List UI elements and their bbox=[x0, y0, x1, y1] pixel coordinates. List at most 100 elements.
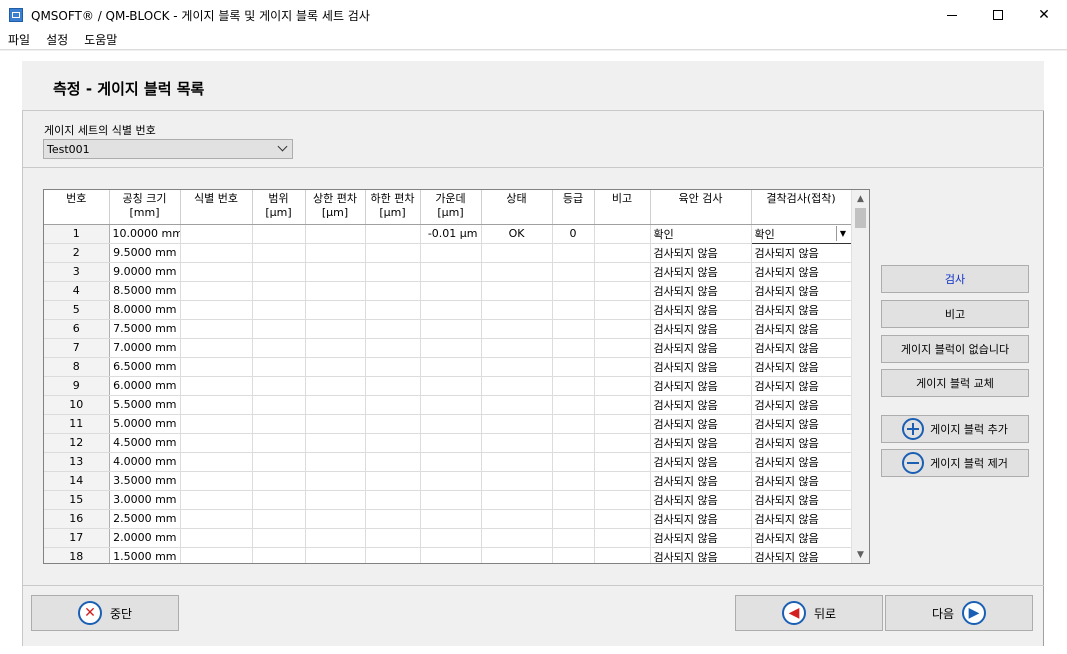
remark-cell[interactable] bbox=[594, 452, 651, 472]
wringing-inspection-cell[interactable]: 검사되지 않음 bbox=[751, 338, 852, 358]
column-header[interactable]: 가운데 [µm] bbox=[420, 190, 482, 225]
wringing-inspection-cell[interactable]: 검사되지 않음 bbox=[751, 319, 852, 339]
id-number-cell[interactable] bbox=[180, 319, 253, 339]
grade-cell[interactable] bbox=[552, 338, 595, 358]
nominal-size-cell[interactable]: 1.5000 mm bbox=[109, 547, 181, 563]
center-value-cell[interactable] bbox=[420, 319, 482, 339]
visual-inspection-cell[interactable]: 검사되지 않음 bbox=[650, 338, 752, 358]
remark-cell[interactable] bbox=[594, 414, 651, 434]
status-cell[interactable] bbox=[481, 395, 553, 415]
row-number-cell[interactable]: 7 bbox=[44, 338, 110, 358]
table-row[interactable]: 10 5.5000 mm 검사되지 않음 검사되지 않음 bbox=[44, 395, 852, 415]
row-number-cell[interactable]: 15 bbox=[44, 490, 110, 510]
id-number-cell[interactable] bbox=[180, 243, 253, 263]
lower-deviation-cell[interactable] bbox=[365, 224, 421, 244]
minimize-button[interactable] bbox=[929, 0, 975, 30]
lower-deviation-cell[interactable] bbox=[365, 243, 421, 263]
upper-deviation-cell[interactable] bbox=[305, 376, 366, 396]
grade-cell[interactable]: 0 bbox=[552, 224, 595, 244]
id-number-cell[interactable] bbox=[180, 471, 253, 491]
lower-deviation-cell[interactable] bbox=[365, 528, 421, 548]
lower-deviation-cell[interactable] bbox=[365, 547, 421, 563]
center-value-cell[interactable] bbox=[420, 509, 482, 529]
remark-cell[interactable] bbox=[594, 547, 651, 563]
id-number-cell[interactable] bbox=[180, 452, 253, 472]
nominal-size-cell[interactable]: 4.0000 mm bbox=[109, 452, 181, 472]
visual-inspection-cell[interactable]: 검사되지 않음 bbox=[650, 547, 752, 563]
wringing-inspection-cell[interactable]: 검사되지 않음 bbox=[751, 547, 852, 563]
remark-button[interactable]: 비고 bbox=[881, 300, 1029, 328]
remark-cell[interactable] bbox=[594, 243, 651, 263]
gauge-set-select[interactable]: Test001 bbox=[43, 139, 293, 159]
nominal-size-cell[interactable]: 4.5000 mm bbox=[109, 433, 181, 453]
row-number-cell[interactable]: 3 bbox=[44, 262, 110, 282]
wringing-inspection-cell[interactable]: 검사되지 않음 bbox=[751, 281, 852, 301]
status-cell[interactable] bbox=[481, 490, 553, 510]
grade-cell[interactable] bbox=[552, 528, 595, 548]
remark-cell[interactable] bbox=[594, 281, 651, 301]
center-value-cell[interactable] bbox=[420, 243, 482, 263]
wringing-inspection-cell[interactable]: 검사되지 않음 bbox=[751, 243, 852, 263]
column-header[interactable]: 범위 [µm] bbox=[252, 190, 306, 225]
wringing-inspection-cell[interactable]: 검사되지 않음 bbox=[751, 509, 852, 529]
table-row[interactable]: 5 8.0000 mm 검사되지 않음 검사되지 않음 bbox=[44, 300, 852, 320]
remark-cell[interactable] bbox=[594, 471, 651, 491]
grade-cell[interactable] bbox=[552, 281, 595, 301]
remark-cell[interactable] bbox=[594, 357, 651, 377]
column-header[interactable]: 하한 편차 [µm] bbox=[365, 190, 421, 225]
visual-inspection-cell[interactable]: 검사되지 않음 bbox=[650, 395, 752, 415]
scroll-thumb[interactable] bbox=[855, 208, 866, 228]
id-number-cell[interactable] bbox=[180, 528, 253, 548]
range-cell[interactable] bbox=[252, 376, 306, 396]
lower-deviation-cell[interactable] bbox=[365, 490, 421, 510]
column-header[interactable]: 결착검사(접착) bbox=[751, 190, 852, 225]
visual-inspection-cell[interactable]: 검사되지 않음 bbox=[650, 281, 752, 301]
table-row[interactable]: 8 6.5000 mm 검사되지 않음 검사되지 않음 bbox=[44, 357, 852, 377]
scroll-down-icon[interactable]: ▼ bbox=[852, 546, 869, 563]
inspect-button[interactable]: 검사 bbox=[881, 265, 1029, 293]
visual-inspection-cell[interactable]: 검사되지 않음 bbox=[650, 509, 752, 529]
upper-deviation-cell[interactable] bbox=[305, 281, 366, 301]
status-cell[interactable] bbox=[481, 338, 553, 358]
remark-cell[interactable] bbox=[594, 490, 651, 510]
status-cell[interactable] bbox=[481, 262, 553, 282]
status-cell[interactable] bbox=[481, 528, 553, 548]
grade-cell[interactable] bbox=[552, 433, 595, 453]
nominal-size-cell[interactable]: 7.0000 mm bbox=[109, 338, 181, 358]
center-value-cell[interactable]: -0.01 µm bbox=[420, 224, 482, 244]
table-row[interactable]: 17 2.0000 mm 검사되지 않음 검사되지 않음 bbox=[44, 528, 852, 548]
range-cell[interactable] bbox=[252, 452, 306, 472]
wringing-inspection-cell[interactable]: 검사되지 않음 bbox=[751, 262, 852, 282]
range-cell[interactable] bbox=[252, 509, 306, 529]
status-cell[interactable]: OK bbox=[481, 224, 553, 244]
nominal-size-cell[interactable]: 9.0000 mm bbox=[109, 262, 181, 282]
wringing-inspection-cell[interactable]: 확인 ▼ bbox=[750, 223, 852, 244]
center-value-cell[interactable] bbox=[420, 471, 482, 491]
nominal-size-cell[interactable]: 5.5000 mm bbox=[109, 395, 181, 415]
upper-deviation-cell[interactable] bbox=[305, 300, 366, 320]
visual-inspection-cell[interactable]: 검사되지 않음 bbox=[650, 490, 752, 510]
visual-inspection-cell[interactable]: 검사되지 않음 bbox=[650, 376, 752, 396]
row-number-cell[interactable]: 8 bbox=[44, 357, 110, 377]
center-value-cell[interactable] bbox=[420, 547, 482, 563]
visual-inspection-cell[interactable]: 검사되지 않음 bbox=[650, 452, 752, 472]
table-row[interactable]: 15 3.0000 mm 검사되지 않음 검사되지 않음 bbox=[44, 490, 852, 510]
center-value-cell[interactable] bbox=[420, 452, 482, 472]
wringing-inspection-cell[interactable]: 검사되지 않음 bbox=[751, 414, 852, 434]
upper-deviation-cell[interactable] bbox=[305, 243, 366, 263]
status-cell[interactable] bbox=[481, 243, 553, 263]
grade-cell[interactable] bbox=[552, 300, 595, 320]
grade-cell[interactable] bbox=[552, 243, 595, 263]
nominal-size-cell[interactable]: 3.5000 mm bbox=[109, 471, 181, 491]
id-number-cell[interactable] bbox=[180, 433, 253, 453]
id-number-cell[interactable] bbox=[180, 395, 253, 415]
status-cell[interactable] bbox=[481, 319, 553, 339]
remark-cell[interactable] bbox=[594, 528, 651, 548]
wringing-inspection-cell[interactable]: 검사되지 않음 bbox=[751, 376, 852, 396]
wringing-inspection-cell[interactable]: 검사되지 않음 bbox=[751, 490, 852, 510]
status-cell[interactable] bbox=[481, 376, 553, 396]
grade-cell[interactable] bbox=[552, 319, 595, 339]
upper-deviation-cell[interactable] bbox=[305, 547, 366, 563]
range-cell[interactable] bbox=[252, 281, 306, 301]
status-cell[interactable] bbox=[481, 471, 553, 491]
